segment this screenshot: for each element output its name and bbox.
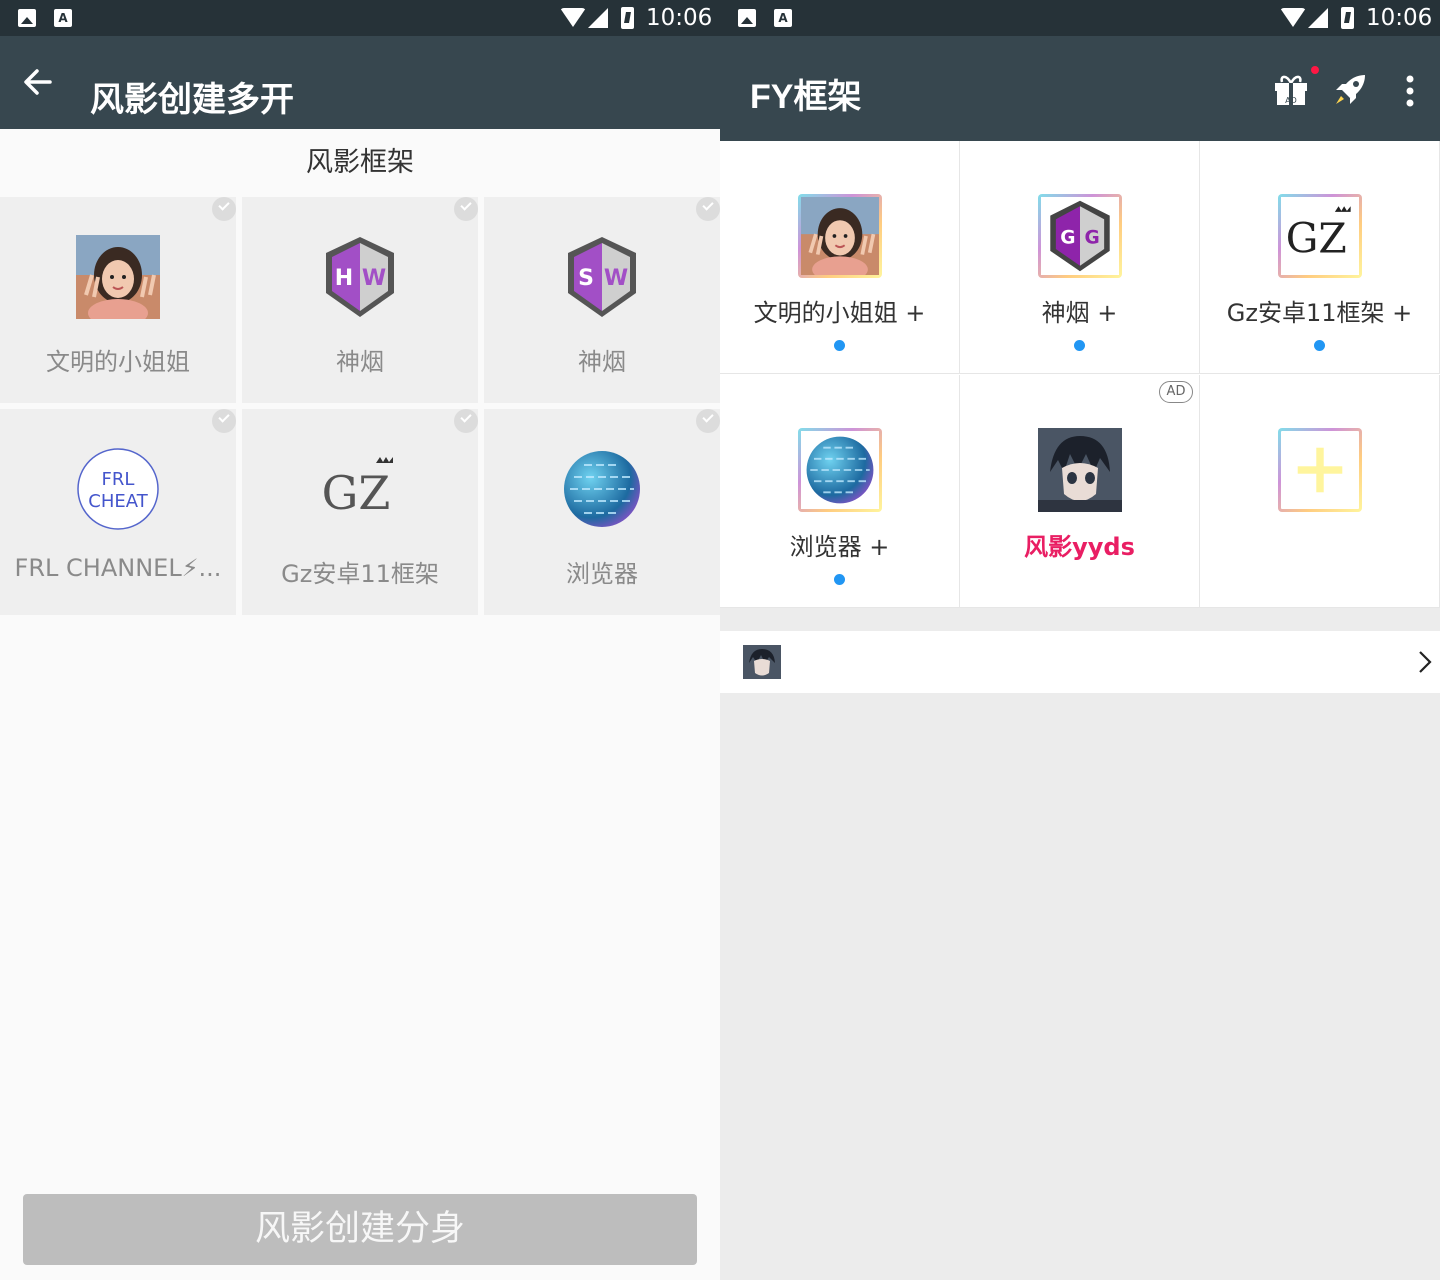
clock: 10:06 — [1366, 5, 1433, 31]
svg-text:AD: AD — [1285, 96, 1297, 105]
checkmark-icon — [212, 409, 236, 433]
add-icon — [1278, 428, 1362, 512]
app-grid: 文明的小姐姐 + G G 神烟 + GZ Gz安卓11框架 + 浏览器 + AD… — [720, 141, 1440, 608]
app-title: FY框架 — [750, 78, 862, 116]
left-screen: A 10:06 风影创建多开 风影框架 文明的小姐姐 H W 神烟 S W 神烟… — [0, 0, 720, 1280]
app-label: 风影yyds — [1024, 533, 1135, 561]
app-label: 神烟 + — [1041, 299, 1118, 327]
checkmark-icon — [454, 409, 478, 433]
svg-text:GZ: GZ — [322, 466, 391, 520]
app-tile[interactable]: H W 神烟 — [242, 197, 478, 403]
svg-text:FRL: FRL — [102, 469, 135, 490]
app-label: 神烟 — [336, 348, 384, 376]
app-label: Gz安卓11框架 — [281, 560, 439, 588]
rocket-icon[interactable] — [1332, 72, 1368, 108]
battery-icon — [1341, 7, 1354, 29]
chevron-right-icon — [1419, 651, 1432, 673]
back-arrow-icon[interactable] — [20, 64, 56, 100]
app-tile[interactable]: GZ Gz安卓11框架 + — [1200, 141, 1440, 374]
gift-ad-icon[interactable]: AD — [1274, 74, 1308, 106]
app-label: 文明的小姐姐 + — [753, 299, 926, 327]
app-label: 浏览器 — [566, 560, 638, 588]
ad-badge: AD — [1159, 381, 1193, 403]
girl-photo-icon — [798, 194, 882, 283]
svg-text:G: G — [1060, 227, 1075, 248]
notification-dot — [1311, 66, 1319, 74]
app-tile[interactable]: S W 神烟 — [484, 197, 720, 403]
checkmark-icon — [454, 197, 478, 221]
svg-text:G: G — [1084, 227, 1099, 248]
battery-icon — [621, 7, 634, 29]
globe-icon — [564, 451, 640, 527]
app-tile[interactable]: 浏览器 — [484, 409, 720, 615]
app-tile[interactable]: FRL CHEAT FRL CHANNEL⚡... — [0, 409, 236, 615]
section-title: 风影框架 — [306, 147, 414, 178]
app-tile[interactable]: 文明的小姐姐 — [0, 197, 236, 403]
gz-logo-icon: GZ — [322, 457, 393, 520]
app-tile[interactable]: 文明的小姐姐 + — [720, 141, 960, 374]
page-title: 风影创建多开 — [90, 81, 294, 119]
signal-icon — [588, 8, 608, 28]
signal-icon — [1308, 8, 1328, 28]
app-label: 文明的小姐姐 — [46, 348, 190, 376]
create-clone-button[interactable]: 风影创建分身 — [23, 1194, 697, 1265]
status-dot — [834, 574, 845, 585]
status-dot — [1074, 340, 1085, 351]
hw-shield-icon: H W — [326, 237, 394, 317]
app-label: Gz安卓11框架 + — [1226, 299, 1413, 327]
ad-app-tile[interactable]: AD 风影yyds — [960, 375, 1200, 608]
frl-cheat-icon: FRL CHEAT — [77, 448, 159, 530]
svg-text:CHEAT: CHEAT — [88, 491, 148, 512]
ad-banner[interactable] — [720, 631, 1440, 693]
banner-thumbnail-icon — [743, 645, 781, 679]
clock: 10:06 — [646, 5, 713, 31]
sw-shield-icon: S W — [568, 237, 636, 317]
status-bar: A 10:06 — [720, 0, 1440, 36]
app-select-grid: 文明的小姐姐 H W 神烟 S W 神烟 FRL CHEAT FRL CHANN… — [0, 197, 720, 617]
app-label: 神烟 — [578, 348, 626, 376]
girl-photo-icon — [76, 235, 160, 319]
image-notification-icon — [738, 9, 756, 27]
gz-logo-icon: GZ — [1278, 194, 1362, 278]
svg-text:GZ: GZ — [1286, 215, 1347, 263]
app-tile[interactable]: GZ Gz安卓11框架 — [242, 409, 478, 615]
gg-shield-icon: G G — [1038, 194, 1122, 278]
toolbar: FY框架 AD — [720, 36, 1440, 141]
right-screen: A 10:06 FY框架 AD 文明的小姐姐 + G G 神烟 + GZ Gz安… — [720, 0, 1440, 1280]
checkmark-icon — [696, 197, 720, 221]
svg-text:W: W — [604, 266, 628, 291]
checkmark-icon — [696, 409, 720, 433]
toolbar: 风影创建多开 — [0, 36, 720, 129]
app-label: 浏览器 + — [789, 533, 890, 561]
status-dot — [834, 340, 845, 351]
add-app-tile[interactable] — [1200, 375, 1440, 608]
status-bar: A 10:06 — [0, 0, 720, 36]
image-notification-icon — [18, 9, 36, 27]
checkmark-icon — [212, 197, 236, 221]
svg-text:W: W — [362, 266, 386, 291]
wifi-icon — [560, 8, 586, 27]
app-tile[interactable]: G G 神烟 + — [960, 141, 1200, 374]
status-dot — [1314, 340, 1325, 351]
globe-icon — [798, 428, 882, 512]
app-tile[interactable]: 浏览器 + — [720, 375, 960, 608]
svg-text:S: S — [578, 266, 594, 291]
svg-text:H: H — [335, 266, 353, 291]
a-notification-icon: A — [774, 9, 792, 27]
a-notification-icon: A — [54, 9, 72, 27]
app-label: FRL CHANNEL⚡... — [14, 554, 222, 582]
wifi-icon — [1280, 8, 1306, 27]
more-options-icon[interactable] — [1398, 74, 1422, 108]
anime-avatar-icon — [1038, 428, 1122, 512]
